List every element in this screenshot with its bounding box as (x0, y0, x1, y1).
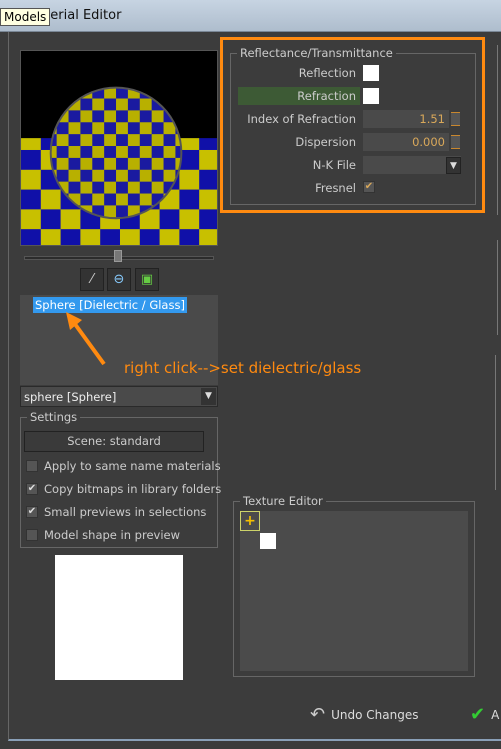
color-preview (55, 555, 183, 680)
reflection-label: Reflection (298, 66, 356, 80)
divider (495, 355, 496, 490)
dispersion-input[interactable]: 0.000 (363, 133, 449, 151)
checkbox[interactable]: ✔ (26, 506, 38, 518)
divider (497, 45, 498, 215)
refraction-color-swatch[interactable] (363, 88, 379, 104)
checkbox-model-shape[interactable]: Model shape in preview (26, 528, 180, 542)
dispersion-label: Dispersion (295, 135, 356, 149)
texture-editor-label: Texture Editor (240, 494, 326, 508)
checkbox-label: Model shape in preview (44, 528, 181, 542)
scene-button[interactable]: Scene: standard (24, 431, 204, 452)
refraction-label[interactable]: Refraction (297, 89, 356, 103)
undo-icon: ↶ (310, 704, 326, 725)
arrow-annotation-icon (66, 312, 106, 366)
reflectance-label: Reflectance/Transmittance (237, 46, 396, 60)
ior-label: Index of Refraction (247, 112, 356, 126)
ior-row: Index of Refraction 1.51 (230, 110, 470, 128)
chevron-down-icon[interactable]: ▼ (446, 157, 461, 174)
checkbox-label: Small previews in selections (44, 505, 207, 519)
slider-thumb[interactable] (114, 250, 122, 262)
settings-label: Settings (27, 410, 81, 424)
checkbox[interactable] (26, 460, 38, 472)
zoom-out-icon: ⊖ (113, 272, 125, 287)
reflection-color-swatch[interactable] (363, 65, 379, 81)
refraction-row: Refraction (230, 87, 470, 105)
reflection-row: Reflection (230, 64, 470, 82)
add-texture-icon[interactable]: + (240, 511, 260, 531)
fresnel-label: Fresnel (315, 181, 356, 195)
checkbox-label: Apply to same name materials (44, 459, 221, 473)
undo-label: Undo Changes (331, 707, 419, 722)
checkbox[interactable] (26, 529, 38, 541)
nk-file-row: N-K File ▼ (230, 156, 470, 174)
undo-changes-button[interactable]: ↶ Undo Changes (310, 704, 418, 725)
checkmark-icon: ✔ (470, 704, 486, 725)
magic-wand-icon: ⁄ (90, 272, 94, 287)
divider (497, 240, 498, 335)
apply-button[interactable]: ✔ A (470, 704, 499, 725)
tooltip: Models (0, 8, 51, 26)
model-dropdown-value: sphere [Sphere] (24, 390, 117, 404)
library-button[interactable]: ▣ (135, 268, 159, 291)
apply-label: A (491, 707, 500, 722)
texture-swatch[interactable] (260, 533, 276, 549)
checkbox[interactable]: ✔ (26, 483, 38, 495)
chevron-down-icon[interactable]: ▼ (201, 388, 216, 405)
fresnel-row: Fresnel ✔ (230, 179, 470, 197)
dispersion-row: Dispersion 0.000 (230, 133, 470, 151)
checkbox-copy-bitmaps[interactable]: ✔ Copy bitmaps in library folders (26, 482, 221, 496)
tree-item-sphere[interactable]: Sphere [Dielectric / Glass] (33, 297, 187, 313)
fresnel-checkbox[interactable]: ✔ (363, 181, 375, 193)
ior-spinner[interactable] (451, 112, 460, 126)
annotation-text: right click-->set dielectric/glass (124, 359, 362, 377)
dispersion-spinner[interactable] (451, 135, 460, 149)
nk-file-label: N-K File (312, 158, 356, 172)
ior-input[interactable]: 1.51 (363, 110, 449, 128)
plant-box-icon: ▣ (140, 272, 154, 287)
model-dropdown[interactable]: sphere [Sphere] ▼ (20, 386, 218, 407)
checkbox-small-previews[interactable]: ✔ Small previews in selections (26, 505, 206, 519)
material-preview (20, 50, 218, 246)
checkbox-apply-same-name[interactable]: Apply to same name materials (26, 459, 221, 473)
zoom-out-button[interactable]: ⊖ (107, 268, 131, 291)
checkbox-label: Copy bitmaps in library folders (44, 482, 222, 496)
magic-wand-button[interactable]: ⁄ (80, 268, 104, 291)
